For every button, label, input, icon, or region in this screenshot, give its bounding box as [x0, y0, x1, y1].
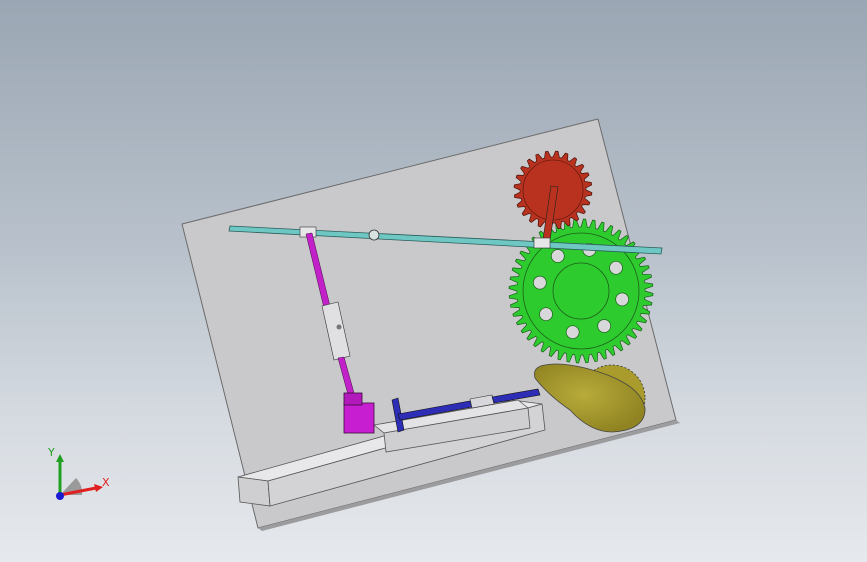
- green-gear-hole: [565, 325, 580, 340]
- triad-x-label: X: [102, 476, 110, 489]
- green-gear-hole: [539, 307, 553, 322]
- view-triad: Y X: [47, 446, 110, 500]
- green-gear-hole: [615, 292, 630, 307]
- green-gear-hole: [550, 249, 565, 263]
- green-gear-hole: [597, 319, 612, 333]
- green-gear-hub: [552, 262, 610, 320]
- green-gear-hole: [609, 260, 623, 275]
- cad-scene[interactable]: Y X: [0, 0, 867, 562]
- triad-y-label: Y: [47, 446, 55, 459]
- green-gear-hole: [532, 275, 547, 290]
- cad-viewport[interactable]: Y X: [0, 0, 867, 562]
